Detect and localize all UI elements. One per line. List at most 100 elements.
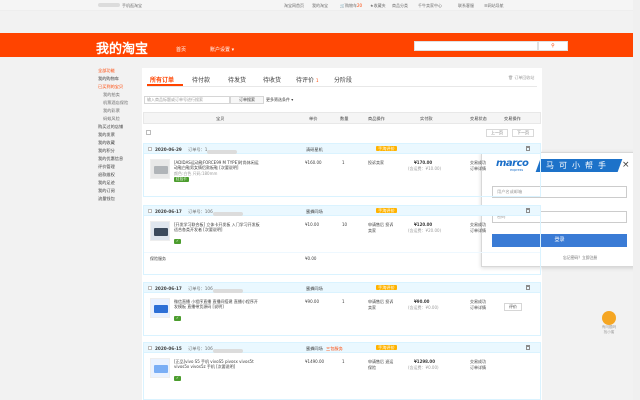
favorites-link[interactable]: ★收藏夹 bbox=[370, 3, 386, 9]
order-number: 订单号：106 bbox=[188, 346, 243, 353]
product-thumbnail[interactable] bbox=[150, 298, 170, 318]
select-all-checkbox[interactable] bbox=[146, 130, 151, 135]
chat-badge[interactable]: 手淘评价 bbox=[376, 146, 397, 151]
product-tag: 红包卡 bbox=[174, 177, 189, 182]
sitemap-link[interactable]: ☰网站导航 bbox=[484, 3, 504, 9]
order-checkbox[interactable] bbox=[148, 346, 152, 350]
more-filter-toggle[interactable]: 更多筛选条件 ▾ bbox=[266, 97, 293, 103]
order-detail-link[interactable]: 订单详情 bbox=[470, 305, 486, 311]
chat-badge[interactable]: 手淘评价 bbox=[376, 345, 397, 350]
cart-link[interactable]: 🛒购物车20 bbox=[340, 3, 362, 9]
tab-5[interactable]: 分阶段 bbox=[334, 75, 352, 84]
order-card: 2020-06-29 订单号：1 清研星机 手淘评价 [ADIDAS运动鞋FORCE9… bbox=[143, 143, 541, 197]
sidebar-item[interactable]: 我的足迹 bbox=[98, 180, 140, 188]
delete-order-icon[interactable] bbox=[526, 208, 530, 213]
order-detail-link[interactable]: 订单详情 bbox=[470, 365, 486, 371]
product-thumbnail[interactable] bbox=[150, 358, 170, 378]
sidebar-item[interactable]: 我的积分 bbox=[98, 148, 140, 156]
my-taobao-link[interactable]: 我的淘宝 bbox=[312, 3, 328, 9]
sidebar-item[interactable]: 我的彩票 bbox=[98, 108, 140, 116]
item-operations[interactable]: 申请售后 投诉卖家 bbox=[368, 299, 394, 311]
sidebar-item[interactable]: 我的优惠信息 bbox=[98, 156, 140, 164]
item-operations[interactable]: 投诉卖家 bbox=[368, 160, 394, 166]
chat-badge[interactable]: 手淘评价 bbox=[376, 285, 397, 290]
delete-order-icon[interactable] bbox=[526, 146, 530, 151]
shop-name[interactable]: 蜜蜂同场 bbox=[306, 346, 323, 352]
product-title[interactable]: [开发学习联合板] 立体卡开发板 入门学习开发板 适合各类开发者 [次要说明] bbox=[174, 222, 260, 232]
product-tag: ✓ bbox=[174, 239, 182, 244]
sidebar-item[interactable]: 机票酒店保险 bbox=[98, 100, 140, 108]
contact-link[interactable]: 联系客服 bbox=[458, 3, 474, 9]
order-checkbox[interactable] bbox=[148, 209, 152, 213]
seller-link[interactable]: 千牛卖家中心 bbox=[418, 3, 442, 9]
tab-0[interactable]: 所有订单 bbox=[150, 75, 174, 84]
nav-home[interactable]: 首页 bbox=[176, 46, 186, 53]
sidebar-item[interactable]: 已买到的宝贝 bbox=[98, 84, 140, 92]
forgot-register-link[interactable]: 忘记密码？立即注册 bbox=[563, 255, 597, 261]
product-tag: ✓ bbox=[174, 316, 182, 321]
th-op: 交易操作 bbox=[504, 116, 521, 121]
sidebar-item[interactable]: 蚂蚁风险 bbox=[98, 116, 140, 124]
order-search-button[interactable]: 订单搜索 bbox=[230, 96, 264, 104]
home-link[interactable]: 淘宝网首页 bbox=[284, 3, 304, 9]
order-header: 2020-06-29 订单号：1 清研星机 手淘评价 bbox=[144, 144, 540, 154]
recycle-link[interactable]: 🗑 订单回收站 bbox=[508, 75, 534, 81]
product-title[interactable]: [正品]vivo S5 手机 vivoS5 pivosx vivos5t viv… bbox=[174, 359, 260, 369]
item-operations[interactable]: 申请售后 退运保险 bbox=[368, 359, 394, 371]
tab-label: 分阶段 bbox=[334, 77, 353, 84]
order-card: 2020-06-17 订单号：106 蜜蜂同场 手淘评价 [开发学习联合板] 立体卡开… bbox=[143, 205, 541, 275]
product-title[interactable]: 微信直播 小程序直播 直播间搭建 直播小程序开发模板 直播带货源码 [说明] bbox=[174, 299, 260, 309]
sidebar-item[interactable]: 购买过的店铺 bbox=[98, 124, 140, 132]
sidebar-item[interactable]: 我的发票 bbox=[98, 132, 140, 140]
header-search-button[interactable]: ⚲ bbox=[538, 41, 568, 51]
header-search-input[interactable] bbox=[414, 41, 538, 51]
th-item: 宝贝 bbox=[216, 116, 225, 121]
sidebar-item[interactable]: 评价管理 bbox=[98, 164, 140, 172]
sidebar-item[interactable]: 全部功能 bbox=[98, 68, 140, 76]
tab-1[interactable]: 待付款 bbox=[192, 75, 210, 84]
review-button[interactable]: 评价 bbox=[504, 303, 522, 311]
order-detail-link[interactable]: 订单详情 bbox=[470, 166, 486, 172]
product-thumbnail[interactable] bbox=[150, 221, 170, 241]
shop-name[interactable]: 蜜蜂同场 bbox=[306, 209, 323, 215]
tab-count: 1 bbox=[316, 78, 319, 83]
order-number: 订单号：106 bbox=[188, 286, 243, 293]
sidebar-item[interactable]: 退款维权 bbox=[98, 172, 140, 180]
quantity: 1 bbox=[342, 359, 345, 364]
order-search-input[interactable]: 输入商品标题或订单号进行搜索 bbox=[144, 96, 230, 104]
delete-order-icon[interactable] bbox=[526, 345, 530, 350]
next-page-button[interactable]: 下一页 bbox=[512, 129, 534, 137]
tab-3[interactable]: 待收货 bbox=[263, 75, 281, 84]
product-title[interactable]: [ADIDAS运动鞋FORCE99 M TYPE]时尚休闲运动鞋白鞋男女情侣款板… bbox=[174, 160, 260, 170]
user-name[interactable] bbox=[98, 3, 120, 8]
order-checkbox[interactable] bbox=[148, 147, 152, 151]
shop-name[interactable]: 清研星机 bbox=[306, 147, 323, 153]
my-taobao-logo[interactable]: 我的淘宝 bbox=[96, 38, 148, 57]
sidebar-item[interactable]: 我的拍卖 bbox=[98, 92, 140, 100]
shop-name[interactable]: 蜜蜂同场 bbox=[306, 286, 323, 292]
sidebar-item[interactable]: 我的购物车 bbox=[98, 76, 140, 84]
order-date: 2020-06-15 bbox=[155, 346, 182, 351]
item-operations[interactable]: 申请售后 投诉卖家 bbox=[368, 222, 394, 234]
sidebar-item[interactable]: 我的收藏 bbox=[98, 140, 140, 148]
tab-4[interactable]: 待评价 1 bbox=[296, 75, 319, 84]
paid-note: (含运费：¥20.00) bbox=[408, 228, 442, 233]
paid-note: (含运费：¥0.00) bbox=[408, 305, 439, 310]
scrollbar[interactable] bbox=[633, 0, 640, 400]
mobile-link[interactable]: 手机逛淘宝 bbox=[122, 3, 142, 9]
order-detail-link[interactable]: 订单详情 bbox=[470, 228, 486, 234]
tab-label: 待评价 bbox=[296, 77, 315, 84]
sidebar-item[interactable]: 流量钱包 bbox=[98, 196, 140, 204]
tab-2[interactable]: 待发货 bbox=[228, 75, 246, 84]
order-checkbox[interactable] bbox=[148, 286, 152, 290]
floating-helper[interactable]: 有问题吗 找小蜜 bbox=[598, 311, 620, 335]
nav-account[interactable]: 账户设置 ▾ bbox=[210, 46, 234, 53]
prev-page-button[interactable]: 上一页 bbox=[486, 129, 508, 137]
chat-badge[interactable]: 手淘评价 bbox=[376, 208, 397, 213]
sidebar-item[interactable]: 我的订阅 bbox=[98, 188, 140, 196]
goods-link[interactable]: 商品分类 bbox=[392, 3, 408, 9]
product-thumbnail[interactable] bbox=[150, 159, 170, 179]
delete-order-icon[interactable] bbox=[526, 285, 530, 290]
search-icon: ⚲ bbox=[551, 43, 555, 49]
close-icon[interactable]: × bbox=[622, 160, 630, 170]
